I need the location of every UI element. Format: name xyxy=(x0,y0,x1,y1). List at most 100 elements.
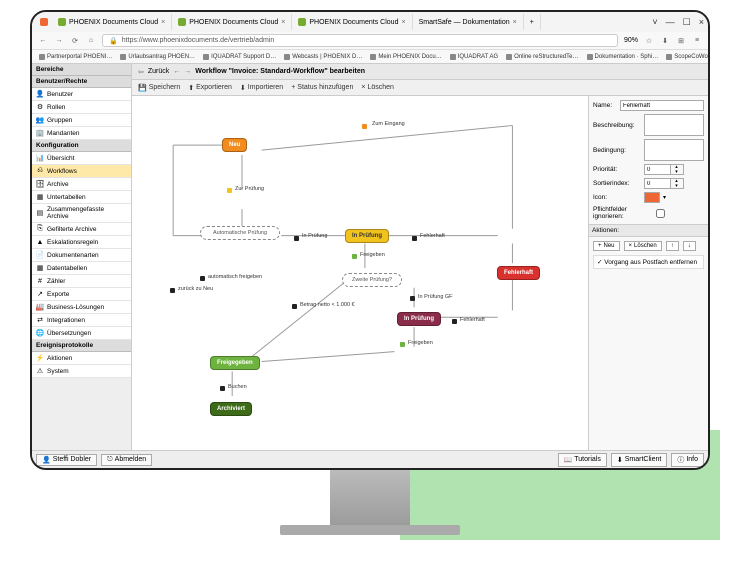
bookmark-item[interactable]: Mein PHOENIX Docu… xyxy=(367,54,444,60)
sidebar-item-eskalation[interactable]: ▲Eskalationsregeln xyxy=(32,236,131,249)
forward-icon[interactable]: → xyxy=(54,37,64,44)
sortierindex-spinner[interactable]: ▴▾ xyxy=(644,178,684,189)
star-icon[interactable]: ☆ xyxy=(644,37,654,45)
nav-prev-icon[interactable]: ← xyxy=(173,68,180,75)
bookmark-icon xyxy=(450,54,456,60)
home-icon[interactable]: ⌂ xyxy=(86,37,96,44)
bookmark-label: Online reStructuredTe… xyxy=(514,54,578,60)
workflow-canvas[interactable]: Zum Eingang Neu Zur Prüfung Automatische… xyxy=(132,96,588,450)
tab-2[interactable]: PHOENIX Documents Cloud× xyxy=(292,14,412,30)
sidebar-item-benutzer[interactable]: 👤Benutzer xyxy=(32,88,131,101)
decision-auto-pruefung[interactable]: Automatische Prüfung xyxy=(200,226,280,240)
sidebar-item-gefiltert[interactable]: ⎘Gefilterte Archive xyxy=(32,223,131,236)
close-icon[interactable]: × xyxy=(161,19,165,26)
node-in-pruefung[interactable]: In Prüfung xyxy=(345,229,389,243)
sidebar-item-mandanten[interactable]: 🏢Mandanten xyxy=(32,127,131,140)
bookmark-item[interactable]: Dokumentation · Sphi… xyxy=(584,54,662,60)
sidebar-item-business[interactable]: 🏭Business-Lösungen xyxy=(32,301,131,314)
sidebar-item-exporte[interactable]: ↗Exporte xyxy=(32,288,131,301)
url-input[interactable]: 🔒 https://www.phoenixdocuments.de/vertri… xyxy=(102,34,618,47)
zoom-level[interactable]: 90% xyxy=(624,37,638,44)
back-arrow-icon[interactable]: ⇦ xyxy=(138,68,144,76)
spinner-input[interactable] xyxy=(645,179,670,188)
nav-next-icon[interactable]: → xyxy=(184,68,191,75)
plus-icon: + xyxy=(598,243,602,249)
sidebar-item-rollen[interactable]: ⚙Rollen xyxy=(32,101,131,114)
node-freigegeben[interactable]: Freigegeben xyxy=(210,356,260,370)
add-status-button[interactable]: +Status hinzufügen xyxy=(291,84,353,91)
dropdown-icon[interactable]: ▾ xyxy=(663,194,666,201)
bookmark-label: Webcasts | PHOENIX D… xyxy=(292,54,362,60)
tab-label: PHOENIX Documents Cloud xyxy=(189,19,278,26)
node-fehlerhaft[interactable]: Fehlerhaft xyxy=(497,266,540,280)
sidebar-item-integrationen[interactable]: ⇄Integrationen xyxy=(32,314,131,327)
close-icon[interactable]: × xyxy=(513,19,517,26)
node-neu[interactable]: Neu xyxy=(222,138,247,152)
tutorials-button[interactable]: 📖Tutorials xyxy=(558,453,607,467)
minimize-icon[interactable]: — xyxy=(666,17,675,28)
sidebar-item-workflows[interactable]: ⎌Workflows xyxy=(32,165,131,178)
tab-1[interactable]: PHOENIX Documents Cloud× xyxy=(172,14,292,30)
chevron-down-icon[interactable]: ˅ xyxy=(652,17,657,28)
tab-0[interactable]: PHOENIX Documents Cloud× xyxy=(52,14,172,30)
logout-button[interactable]: ⎋Abmelden xyxy=(101,454,152,466)
sidebar-item-untertabellen[interactable]: ▦Untertabellen xyxy=(32,191,131,204)
pflicht-checkbox[interactable] xyxy=(656,209,665,218)
new-tab-button[interactable]: + xyxy=(524,14,541,30)
move-down-button[interactable]: ↓ xyxy=(683,241,696,251)
spinner-down-icon[interactable]: ▾ xyxy=(671,170,682,175)
sidebar-item-zusammen[interactable]: ▤Zusammengefasste Archive xyxy=(32,204,131,223)
sidebar-item-uebersicht[interactable]: 📊Übersicht xyxy=(32,152,131,165)
bedingung-textarea[interactable] xyxy=(644,139,704,161)
bookmark-item[interactable]: ScopeCoWork xyxy=(663,54,708,60)
import-button[interactable]: ⬇Importieren xyxy=(240,84,283,92)
info-button[interactable]: ⓘInfo xyxy=(671,453,704,467)
bookmark-item[interactable]: IQUADRAT Support D… xyxy=(200,54,279,60)
move-up-button[interactable]: ↑ xyxy=(666,241,679,251)
sidebar-item-dokumentarten[interactable]: 📄Dokumentenarten xyxy=(32,249,131,262)
sidebar-item-zaehler[interactable]: #Zähler xyxy=(32,275,131,288)
reload-icon[interactable]: ⟳ xyxy=(70,37,80,45)
action-list-item[interactable]: ✓ Vorgang aus Postfach entfernen xyxy=(593,255,704,269)
bookmark-item[interactable]: Webcasts | PHOENIX D… xyxy=(281,54,365,60)
sidebar-item-uebersetzungen[interactable]: 🌐Übersetzungen xyxy=(32,327,131,340)
maximize-icon[interactable]: ☐ xyxy=(683,17,691,28)
close-icon[interactable]: × xyxy=(699,17,704,28)
sidebar-item-archive[interactable]: 🗄Archive xyxy=(32,178,131,191)
back-icon[interactable]: ← xyxy=(38,37,48,44)
icon-swatch[interactable] xyxy=(644,192,660,203)
smartclient-button[interactable]: ⬇SmartClient xyxy=(611,453,667,467)
loeschen-action-button[interactable]: ×Löschen xyxy=(624,241,662,251)
bookmark-item[interactable]: Partnerportal PHOENI… xyxy=(36,54,115,60)
sidebar-item-datentabellen[interactable]: ▦Datentabellen xyxy=(32,262,131,275)
bookmark-item[interactable]: Urlaubsantrag PHOEN… xyxy=(117,54,198,60)
delete-button[interactable]: ×Löschen xyxy=(361,84,394,91)
user-button[interactable]: 👤Steffi Dobler xyxy=(36,454,97,466)
back-link[interactable]: Zurück xyxy=(148,68,169,75)
node-in-pruefung-2[interactable]: In Prüfung xyxy=(397,312,441,326)
neu-action-button[interactable]: +Neu xyxy=(593,241,620,251)
tab-3[interactable]: SmartSafe — Dokumentation× xyxy=(413,14,524,30)
button-label: Neu xyxy=(604,243,615,249)
download-icon[interactable]: ⬇ xyxy=(660,37,670,45)
sidebar-item-system[interactable]: ⚠System xyxy=(32,365,131,378)
sidebar-item-aktionen[interactable]: ⚡Aktionen xyxy=(32,352,131,365)
bookmark-item[interactable]: Online reStructuredTe… xyxy=(503,54,581,60)
export-button[interactable]: ⬆Exportieren xyxy=(188,84,232,92)
spinner-down-icon[interactable]: ▾ xyxy=(671,184,682,189)
decision-zweite-pruefung[interactable]: Zweite Prüfung? xyxy=(342,273,402,287)
bookmark-label: Dokumentation · Sphi… xyxy=(595,54,659,60)
prioritaet-spinner[interactable]: ▴▾ xyxy=(644,164,684,175)
name-input[interactable] xyxy=(620,100,704,111)
close-icon[interactable]: × xyxy=(401,19,405,26)
menu-icon[interactable]: ≡ xyxy=(692,37,702,44)
close-icon[interactable]: × xyxy=(281,19,285,26)
save-button[interactable]: 💾Speichern xyxy=(138,84,180,92)
beschreibung-textarea[interactable] xyxy=(644,114,704,136)
sidebar-item-gruppen[interactable]: 👥Gruppen xyxy=(32,114,131,127)
node-archiviert[interactable]: Archiviert xyxy=(210,402,252,416)
extensions-icon[interactable]: ⊞ xyxy=(676,37,686,45)
bookmark-item[interactable]: IQUADRAT AG xyxy=(447,54,501,60)
spinner-input[interactable] xyxy=(645,165,670,174)
sidebar-item-label: System xyxy=(47,368,69,375)
